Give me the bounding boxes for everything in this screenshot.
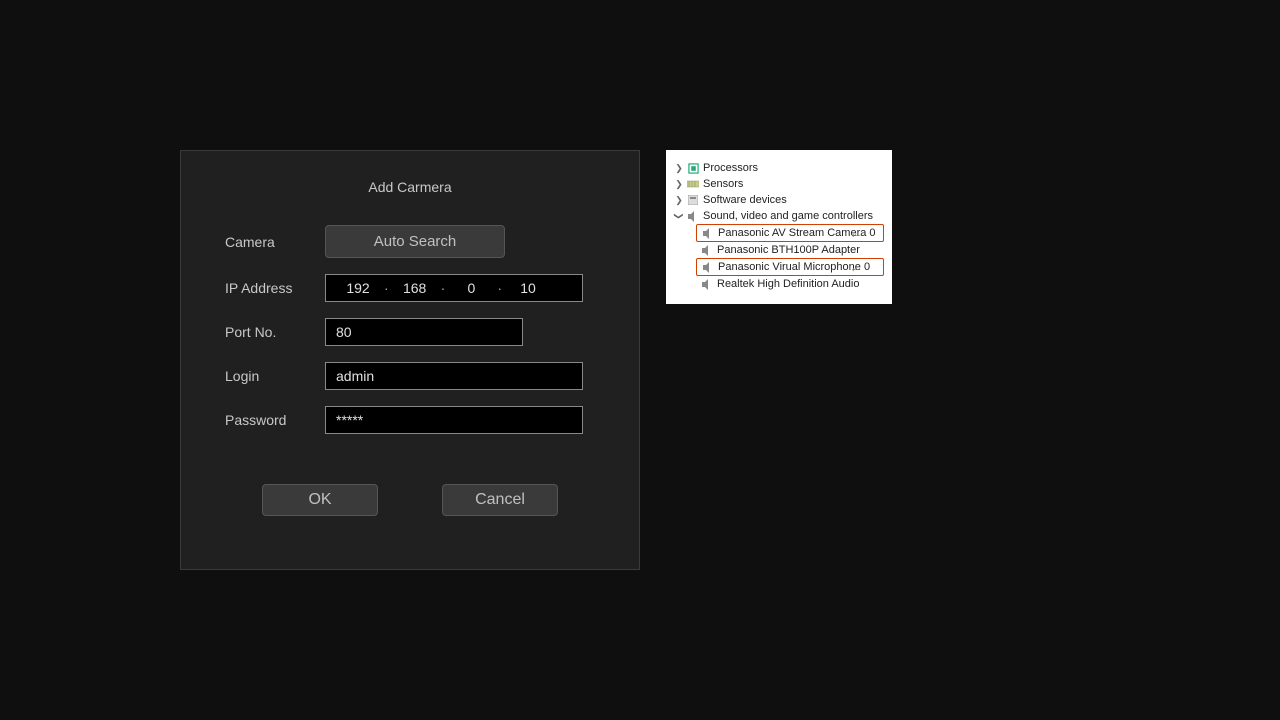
tree-label: Software devices — [703, 192, 787, 208]
device-manager-panel: ❯ Processors ❯ Sensors ❯ Software device… — [666, 150, 892, 304]
add-camera-dialog: Add Carmera Camera Auto Search IP Addres… — [180, 150, 640, 570]
cpu-icon — [686, 162, 700, 174]
tree-item-software-devices[interactable]: ❯ Software devices — [674, 192, 884, 208]
ip-octet-3[interactable] — [447, 280, 495, 296]
password-label: Password — [225, 412, 325, 428]
ip-row: IP Address · · · — [181, 274, 639, 302]
ip-octet-2[interactable] — [391, 280, 439, 296]
chevron-down-icon[interactable]: ❯ — [671, 211, 687, 221]
speaker-icon — [686, 210, 700, 222]
tree-item-sound-controllers[interactable]: ❯ Sound, video and game controllers — [674, 208, 884, 224]
tree-child-bth100p[interactable]: Panasonic BTH100P Adapter — [674, 242, 884, 258]
tree-item-processors[interactable]: ❯ Processors — [674, 160, 884, 176]
chevron-right-icon[interactable]: ❯ — [674, 192, 684, 208]
tree-label: Sensors — [703, 176, 743, 192]
tree-item-sensors[interactable]: ❯ Sensors — [674, 176, 884, 192]
arrow-left-icon: ← — [849, 226, 863, 240]
ip-address-field[interactable]: · · · — [325, 274, 583, 302]
ok-button[interactable]: OK — [262, 484, 378, 516]
port-row: Port No. — [181, 318, 639, 346]
password-input[interactable] — [325, 406, 583, 434]
dialog-button-row: OK Cancel — [181, 484, 639, 516]
speaker-icon — [701, 261, 715, 273]
password-row: Password — [181, 406, 639, 434]
sensor-icon — [686, 178, 700, 190]
tree-child-av-stream[interactable]: Panasonic AV Stream Camera 0 ← — [696, 224, 884, 242]
login-row: Login — [181, 362, 639, 390]
tree-child-realtek[interactable]: Realtek High Definition Audio — [674, 276, 884, 292]
ip-octet-4[interactable] — [504, 280, 552, 296]
tree-label: Processors — [703, 160, 758, 176]
login-label: Login — [225, 368, 325, 384]
camera-row: Camera Auto Search — [181, 225, 639, 258]
login-input[interactable] — [325, 362, 583, 390]
dialog-title: Add Carmera — [181, 151, 639, 225]
tree-label: Panasonic BTH100P Adapter — [717, 242, 860, 258]
tree-label: Panasonic Virual Microphone 0 — [718, 259, 870, 275]
port-input[interactable] — [325, 318, 523, 346]
arrow-left-icon: ← — [849, 260, 863, 274]
ip-dot: · — [382, 280, 391, 296]
camera-label: Camera — [225, 234, 325, 250]
speaker-icon — [701, 227, 715, 239]
chevron-right-icon[interactable]: ❯ — [674, 176, 684, 192]
ip-dot: · — [439, 280, 448, 296]
speaker-icon — [700, 244, 714, 256]
cancel-button[interactable]: Cancel — [442, 484, 558, 516]
auto-search-button[interactable]: Auto Search — [325, 225, 505, 258]
ip-octet-1[interactable] — [334, 280, 382, 296]
ip-dot: · — [495, 280, 504, 296]
tree-child-virtual-mic[interactable]: Panasonic Virual Microphone 0 ← — [696, 258, 884, 276]
ip-label: IP Address — [225, 280, 325, 296]
tree-label: Sound, video and game controllers — [703, 208, 873, 224]
tree-label: Realtek High Definition Audio — [717, 276, 859, 292]
port-label: Port No. — [225, 324, 325, 340]
speaker-icon — [700, 278, 714, 290]
chevron-right-icon[interactable]: ❯ — [674, 160, 684, 176]
software-icon — [686, 194, 700, 206]
